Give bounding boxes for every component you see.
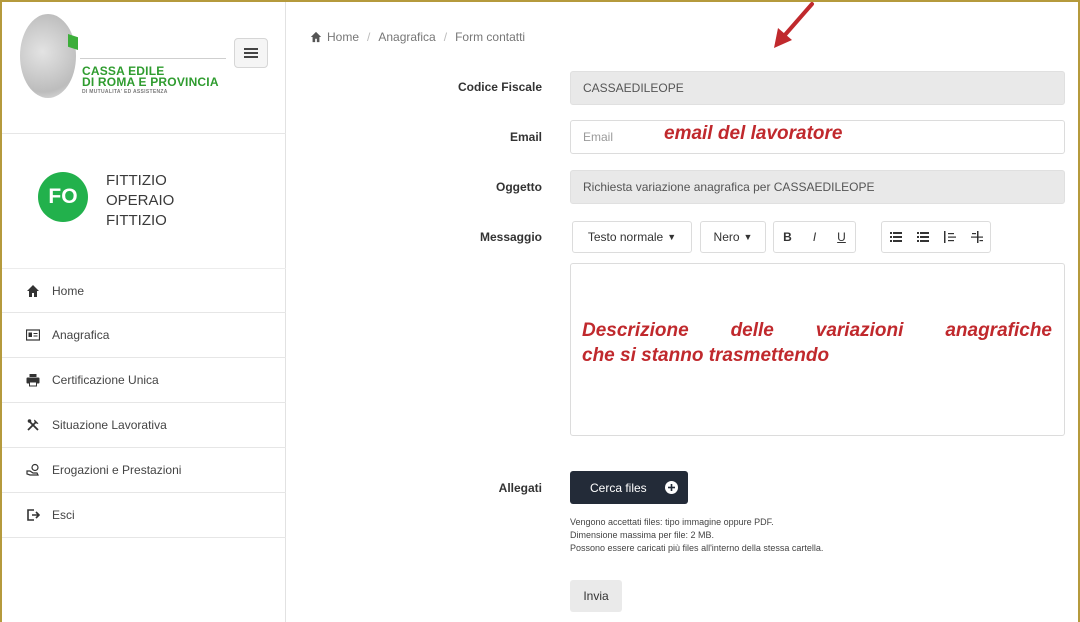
indent-icon: [970, 231, 983, 243]
annotation-arrow-icon: [774, 2, 814, 48]
codice-fiscale-label: Codice Fiscale: [457, 80, 542, 94]
bold-button[interactable]: B: [774, 222, 801, 252]
email-annotation: email del lavoratore: [664, 123, 843, 144]
logo-title-line2: DI ROMA E PROVINCIA: [82, 75, 219, 89]
sidebar-item-situazione-lavorativa[interactable]: Situazione Lavorativa: [2, 403, 286, 448]
sidebar-item-anagrafica[interactable]: Anagrafica: [2, 313, 286, 358]
menu-toggle-button[interactable]: [234, 38, 268, 68]
oggetto-label: Oggetto: [496, 180, 542, 194]
sidebar-item-label: Anagrafica: [52, 328, 110, 342]
cerca-files-button[interactable]: Cerca files: [570, 471, 688, 504]
logo-divider: [80, 58, 226, 59]
user-name-line: FITTIZIO: [106, 212, 167, 229]
sidebar-nav: Home Anagrafica Certificazione Unica Sit…: [2, 268, 286, 538]
sidebar-item-label: Home: [52, 283, 85, 298]
sidebar-item-label: Certificazione Unica: [52, 373, 159, 387]
list-ol-icon: [916, 232, 929, 242]
codice-fiscale-field: CASSAEDILEOPE: [570, 71, 1065, 105]
text-style-select[interactable]: Testo normale ▼: [572, 221, 692, 253]
messaggio-label: Messaggio: [479, 230, 542, 244]
upload-help-line: Vengono accettati files: tipo immagine o…: [570, 517, 774, 527]
invia-button[interactable]: Invia: [570, 580, 622, 612]
list-ul-icon: [889, 232, 902, 242]
upload-help-line: Possono essere caricati più files all'in…: [570, 543, 824, 553]
upload-help-line: Dimensione massima per file: 2 MB.: [570, 530, 715, 540]
upload-help: Vengono accettati files: tipo immagine o…: [570, 516, 823, 555]
caret-down-icon: ▼: [743, 232, 753, 242]
breadcrumb-anagrafica-link[interactable]: Anagrafica: [378, 30, 435, 44]
breadcrumb-home-link[interactable]: Home: [327, 30, 359, 44]
breadcrumb-current: Form contatti: [455, 30, 526, 44]
logo-emblem: [20, 14, 76, 98]
sidebar-item-esci[interactable]: Esci: [2, 493, 286, 538]
outdent-icon: [943, 231, 956, 243]
user-name: FITTIZIO OPERAIO FITTIZIO: [106, 171, 174, 231]
home-icon: [26, 284, 40, 298]
unordered-list-button[interactable]: [882, 222, 909, 252]
breadcrumb-separator: /: [367, 30, 371, 44]
indent-button[interactable]: [963, 222, 990, 252]
user-name-line: OPERAIO: [106, 192, 175, 209]
text-style-value: Testo normale: [587, 230, 664, 244]
text-color-value: Nero: [713, 230, 740, 244]
oggetto-value: Richiesta variazione anagrafica per CASS…: [583, 180, 875, 194]
id-card-icon: [26, 328, 40, 342]
sidebar: CASSA EDILE DI ROMA E PROVINCIA DI MUTUA…: [2, 2, 286, 622]
user-profile: FO FITTIZIO OPERAIO FITTIZIO: [2, 135, 286, 261]
user-name-line: FITTIZIO: [106, 172, 167, 189]
sidebar-item-label: Erogazioni e Prestazioni: [52, 463, 182, 477]
message-annotation-line1: Descrizione delle variazioni anagrafiche: [582, 320, 1052, 341]
format-button-group: B I U: [773, 221, 856, 253]
email-placeholder: Email: [583, 130, 614, 144]
avatar: FO: [38, 172, 88, 222]
ordered-list-button[interactable]: [909, 222, 936, 252]
plus-icon: [665, 481, 678, 494]
oggetto-field: Richiesta variazione anagrafica per CASS…: [570, 170, 1065, 204]
sidebar-item-label: Situazione Lavorativa: [52, 418, 167, 432]
email-label: Email: [509, 130, 542, 144]
breadcrumb-separator: /: [443, 30, 448, 44]
message-annotation: Descrizione delle variazioni anagrafiche…: [582, 318, 1052, 368]
outdent-button[interactable]: [936, 222, 963, 252]
cerca-files-label: Cerca files: [590, 480, 647, 495]
logo-subtitle: DI MUTUALITA' ED ASSISTENZA: [82, 89, 168, 95]
hamburger-icon: [244, 48, 258, 58]
text-color-select[interactable]: Nero ▼: [700, 221, 766, 253]
sidebar-item-label: Esci: [52, 508, 75, 522]
tools-icon: [26, 418, 40, 432]
codice-fiscale-value: CASSAEDILEOPE: [583, 81, 684, 95]
underline-button[interactable]: U: [828, 222, 855, 252]
list-button-group: [881, 221, 991, 253]
caret-down-icon: ▼: [667, 232, 677, 242]
message-annotation-line2: che si stanno trasmettendo: [582, 345, 830, 366]
sign-out-icon: [26, 508, 40, 522]
italic-button[interactable]: I: [801, 222, 828, 252]
breadcrumb: Home / Anagrafica / Form contatti: [310, 30, 525, 44]
sidebar-item-erogazioni-prestazioni[interactable]: Erogazioni e Prestazioni: [2, 448, 286, 493]
sidebar-item-home[interactable]: Home: [2, 268, 286, 313]
logo-area: CASSA EDILE DI ROMA E PROVINCIA DI MUTUA…: [2, 2, 286, 134]
allegati-label: Allegati: [498, 481, 542, 495]
home-icon: [310, 31, 322, 43]
hand-coin-icon: [26, 463, 40, 477]
printer-icon: [26, 373, 40, 387]
sidebar-item-certificazione-unica[interactable]: Certificazione Unica: [2, 358, 286, 403]
